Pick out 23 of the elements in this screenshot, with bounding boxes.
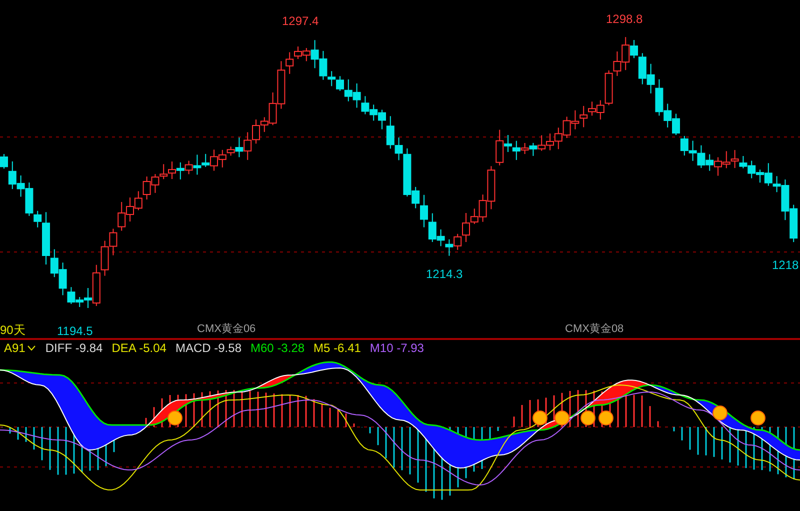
- signal-marker-icon: [554, 410, 570, 426]
- price-label: 1297.4: [282, 15, 319, 27]
- indicator-value: M5 -6.41: [314, 342, 361, 354]
- indicator-value: M10 -7.93: [370, 342, 424, 354]
- price-label: 1194.5: [57, 325, 93, 337]
- signal-marker-icon: [750, 410, 766, 426]
- price-label: 1218: [772, 259, 799, 271]
- chevron-down-icon: [27, 345, 36, 351]
- price-label: 1214.3: [426, 268, 463, 280]
- signal-marker-icon: [580, 410, 596, 426]
- contract-label: CMX黄金08: [565, 324, 624, 335]
- price-label: 1298.8: [606, 13, 643, 25]
- signal-marker-icon: [532, 410, 548, 426]
- indicator-value: M60 -3.28: [250, 342, 305, 354]
- signal-marker-icon: [168, 410, 182, 426]
- signal-marker-icon: [598, 410, 614, 426]
- indicator-value: DEA -5.04: [112, 342, 166, 354]
- contract-label: CMX黄金06: [197, 324, 256, 335]
- indicator-value: DIFF -9.84: [45, 342, 103, 354]
- indicator-value: MACD -9.58: [175, 342, 242, 354]
- indicator-selector[interactable]: A91: [4, 342, 36, 354]
- signal-marker-icon: [712, 406, 728, 420]
- period-label: 90天: [0, 324, 26, 336]
